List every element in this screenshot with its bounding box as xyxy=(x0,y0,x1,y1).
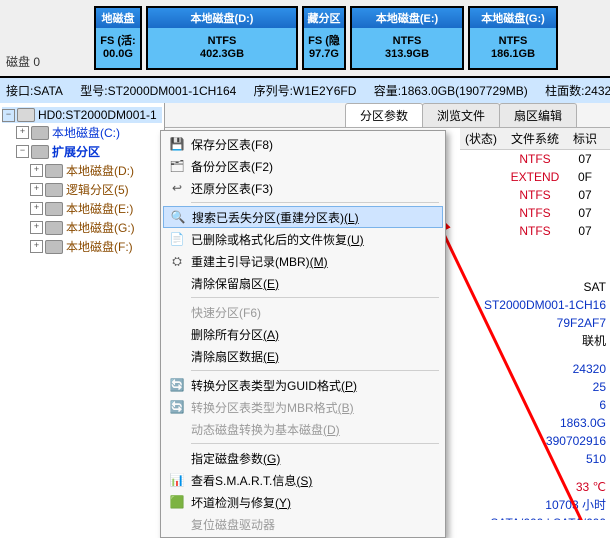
tree-item-logical5[interactable]: +逻辑分区(5) xyxy=(2,180,162,199)
menu-item[interactable]: ⛭重建主引导记录(MBR)(M) xyxy=(163,250,443,272)
menu-separator xyxy=(191,202,439,203)
menu-item[interactable]: 🔍搜索已丢失分区(重建分区表)(L) xyxy=(163,206,443,228)
menu-item[interactable]: 清除扇区数据(E) xyxy=(163,345,443,367)
table-row[interactable]: NTFS07 xyxy=(460,204,610,222)
info-capacity: 容量:1863.0GB(1907729MB) xyxy=(374,84,528,98)
menu-icon: 🗂 xyxy=(169,158,185,174)
menu-item[interactable]: 🗂备份分区表(F2) xyxy=(163,155,443,177)
menu-item: 复位磁盘驱动器 xyxy=(163,513,443,535)
menu-item: 快速分区(F6) xyxy=(163,301,443,323)
menu-item[interactable]: 删除所有分区(A) xyxy=(163,323,443,345)
th-fs[interactable]: 文件系统 xyxy=(502,128,568,149)
partition-block[interactable]: 地磁盘FS (活:00.0G xyxy=(94,6,142,70)
partition-block[interactable]: 本地磁盘(G:)NTFS186.1GB xyxy=(468,6,558,70)
menu-icon: 🟩 xyxy=(169,494,185,510)
menu-item[interactable]: 📊查看S.M.A.R.T.信息(S) xyxy=(163,469,443,491)
context-menu[interactable]: 💾保存分区表(F8)🗂备份分区表(F2)↩还原分区表(F3) 🔍搜索已丢失分区(重… xyxy=(160,130,446,538)
menu-icon: 🔄 xyxy=(169,399,185,415)
menu-item: 🔄转换分区表类型为MBR格式(B) xyxy=(163,396,443,418)
menu-icon: ⛭ xyxy=(169,253,185,269)
tree-item-g[interactable]: +本地磁盘(G:) xyxy=(2,218,162,237)
info-cylinders: 柱面数:243201 xyxy=(545,84,610,98)
partition-block[interactable]: 本地磁盘(E:)NTFS313.9GB xyxy=(350,6,464,70)
table-row[interactable]: NTFS07 xyxy=(460,186,610,204)
tree-item-c[interactable]: +本地磁盘(C:) xyxy=(2,123,162,142)
th-id[interactable]: 标识 xyxy=(568,128,602,149)
disk-label: 磁盘 0 xyxy=(0,47,92,76)
menu-item[interactable]: 指定磁盘参数(G) xyxy=(163,447,443,469)
partition-block[interactable]: 本地磁盘(D:)NTFS402.3GB xyxy=(146,6,298,70)
info-interface: 接口:SATA xyxy=(6,84,63,98)
table-row[interactable]: NTFS07 xyxy=(460,150,610,168)
tab-sector-edit[interactable]: 扇区编辑 xyxy=(499,103,577,127)
menu-icon: 🔄 xyxy=(169,377,185,393)
disk-partition-bar: 磁盘 0 地磁盘FS (活:00.0G本地磁盘(D:)NTFS402.3GB藏分… xyxy=(0,0,610,78)
menu-item[interactable]: 清除保留扇区(E) xyxy=(163,272,443,294)
partition-block[interactable]: 藏分区FS (隐97.7G xyxy=(302,6,346,70)
tree-item-d[interactable]: +本地磁盘(D:) xyxy=(2,161,162,180)
tab-partition-params[interactable]: 分区参数 xyxy=(345,103,423,127)
menu-item[interactable]: 💾保存分区表(F8) xyxy=(163,133,443,155)
menu-separator xyxy=(191,297,439,298)
menu-item[interactable]: 🔄转换分区表类型为GUID格式(P) xyxy=(163,374,443,396)
disk-details: SAT ST2000DM001-1CH16 79F2AF7 联机 24320 2… xyxy=(426,278,610,520)
table-row[interactable]: EXTEND0F xyxy=(460,168,610,186)
tree-item-e[interactable]: +本地磁盘(E:) xyxy=(2,199,162,218)
menu-item[interactable]: ↩还原分区表(F3) xyxy=(163,177,443,199)
menu-icon: 📊 xyxy=(169,472,185,488)
menu-icon: 💾 xyxy=(169,136,185,152)
tab-browse-files[interactable]: 浏览文件 xyxy=(422,103,500,127)
tree-item-ext[interactable]: −扩展分区 xyxy=(2,142,162,161)
th-state[interactable]: (状态) xyxy=(460,128,502,149)
menu-separator xyxy=(191,370,439,371)
info-model: 型号:ST2000DM001-1CH164 xyxy=(80,84,236,98)
disk-info-bar: 接口:SATA 型号:ST2000DM001-1CH164 序列号:W1E2Y6… xyxy=(0,78,610,103)
tree-item-f[interactable]: +本地磁盘(F:) xyxy=(2,237,162,256)
info-serial: 序列号:W1E2Y6FD xyxy=(254,84,357,98)
menu-icon: 📄 xyxy=(169,231,185,247)
disk-tree: −HD0:ST2000DM001-1 +本地磁盘(C:) −扩展分区 +本地磁盘… xyxy=(0,103,165,520)
menu-separator xyxy=(191,443,439,444)
tree-root-hd0[interactable]: −HD0:ST2000DM001-1 xyxy=(2,107,162,123)
menu-icon: ↩ xyxy=(169,180,185,196)
table-row[interactable]: NTFS07 xyxy=(460,222,610,240)
tab-bar: 分区参数 浏览文件 扇区编辑 xyxy=(165,103,610,128)
menu-item[interactable]: 📄已删除或格式化后的文件恢复(U) xyxy=(163,228,443,250)
menu-item[interactable]: 🟩坏道检测与修复(Y) xyxy=(163,491,443,513)
partition-table: (状态) 文件系统 标识 NTFS07EXTEND0FNTFS07NTFS07N… xyxy=(460,128,610,240)
menu-icon: 🔍 xyxy=(170,209,186,225)
menu-item: 动态磁盘转换为基本磁盘(D) xyxy=(163,418,443,440)
